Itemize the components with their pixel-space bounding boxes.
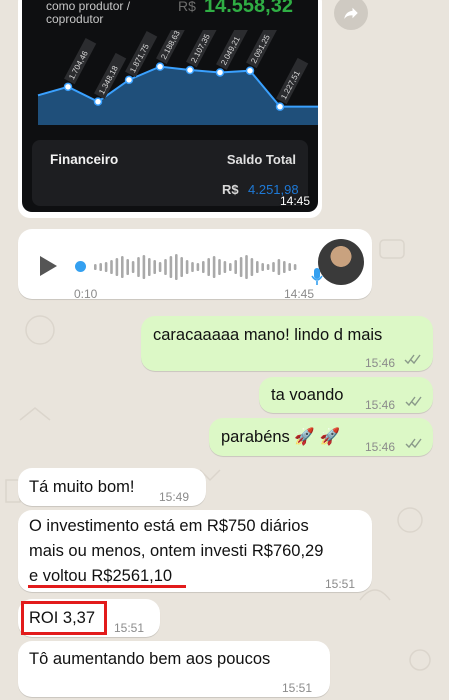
waveform-bar — [169, 256, 173, 278]
metric-subtitle: como produtor / coprodutor — [46, 0, 131, 26]
waveform-bar — [137, 257, 140, 277]
waveform-bar — [99, 263, 102, 271]
highlight-underline — [28, 585, 186, 588]
panel-total-label: Saldo Total — [226, 152, 296, 167]
message-bubble-incoming[interactable]: Tô aumentando bem aos poucos 15:51 — [18, 641, 330, 697]
chart-value-label: 1.704,46 — [64, 37, 97, 85]
message-text-line: O investimento está em R$750 diários — [29, 517, 309, 535]
forwarded-image-message[interactable]: como produtor / coprodutor R$ 14.558,32 … — [18, 0, 322, 218]
message-bubble-outgoing[interactable]: ta voando 15:46 — [259, 377, 433, 413]
waveform-bar — [266, 264, 270, 270]
waveform-bar — [164, 259, 167, 275]
message-bubble-incoming[interactable]: O investimento está em R$750 diários mai… — [18, 510, 372, 592]
waveform-bar — [223, 261, 227, 273]
audio-scrubber-handle[interactable] — [75, 261, 86, 272]
waveform-bar — [261, 263, 264, 271]
message-bubble-incoming[interactable]: Tá muito bom! 15:49 — [18, 468, 206, 506]
waveform-bar — [277, 259, 281, 275]
waveform-bar — [256, 261, 259, 273]
waveform-bar — [158, 262, 162, 272]
message-bubble-outgoing[interactable]: parabéns 🚀 🚀 15:46 — [209, 418, 433, 456]
waveform-bar — [115, 258, 119, 276]
waveform-bar — [229, 263, 232, 271]
waveform-bar — [283, 261, 286, 273]
waveform-bar — [239, 257, 243, 277]
chart-point — [245, 66, 255, 75]
waveform-bar — [250, 258, 254, 276]
message-time: 15:49 — [159, 490, 190, 504]
waveform-bar — [148, 258, 151, 276]
message-time: 15:46 — [365, 398, 396, 412]
forward-arrow-icon — [344, 7, 358, 19]
message-time: 15:51 — [282, 681, 313, 695]
chart-area-fill — [38, 66, 318, 125]
waveform-bar — [207, 258, 210, 276]
dashboard-screenshot: como produtor / coprodutor R$ 14.558,32 … — [22, 0, 318, 212]
message-text: caracaaaaa mano! lindo d mais — [153, 326, 383, 344]
message-text: Tá muito bom! — [29, 478, 135, 496]
waveform-bar — [175, 254, 178, 280]
waveform-bar — [202, 261, 205, 273]
message-text: parabéns 🚀 🚀 — [221, 428, 341, 446]
audio-waveform[interactable] — [90, 249, 300, 285]
waveform-bar — [185, 260, 189, 274]
mic-icon — [311, 268, 323, 285]
message-time: 15:46 — [365, 440, 396, 454]
chart-point — [124, 75, 134, 85]
highlight-box — [21, 601, 107, 635]
waveform-bar — [212, 256, 216, 278]
read-receipt-icon — [405, 438, 422, 449]
message-text: ta voando — [271, 386, 344, 404]
audio-message[interactable]: 0:10 14:45 — [18, 229, 372, 301]
message-time: 15:46 — [365, 356, 396, 370]
chart-value-label: 2.107,35 — [186, 30, 219, 68]
chart-value-label: 2.049,21 — [216, 30, 249, 70]
message-bubble-outgoing[interactable]: caracaaaaa mano! lindo d mais 15:46 — [141, 316, 433, 371]
waveform-bar — [293, 264, 297, 270]
waveform-bar — [153, 260, 156, 274]
chart-point — [215, 68, 225, 77]
earnings-area-chart: 1.704,46 1.348,181.871,75 2.188,63 2.107,35… — [37, 30, 318, 125]
message-time: 14:45 — [279, 194, 310, 208]
chart-point — [155, 62, 165, 71]
message-text-line: mais ou menos, ontem investi R$760,29 — [29, 542, 324, 560]
metric-value: 14.558,32 — [204, 0, 293, 17]
waveform-bar — [196, 263, 200, 271]
waveform-bar — [245, 255, 248, 279]
audio-duration: 0:10 — [74, 287, 98, 301]
metric-currency: R$ — [178, 0, 196, 14]
waveform-bar — [104, 262, 108, 272]
waveform-bar — [234, 260, 237, 274]
waveform-bar — [191, 262, 194, 272]
waveform-bar — [94, 264, 97, 270]
chart-point — [185, 65, 195, 75]
chart-value-label: 2.188,63 — [156, 30, 189, 65]
avatar[interactable] — [318, 239, 364, 285]
message-time: 15:51 — [325, 577, 356, 591]
waveform-bar — [288, 263, 291, 271]
play-icon[interactable] — [38, 255, 58, 277]
message-text: Tô aumentando bem aos poucos — [29, 650, 271, 668]
waveform-bar — [142, 255, 146, 279]
waveform-bar — [131, 261, 135, 273]
waveform-bar — [110, 260, 113, 274]
panel-title: Financeiro — [50, 152, 119, 167]
financeiro-panel: Financeiro Saldo Total R$ 4.251,98 — [32, 140, 308, 206]
chart-point — [63, 82, 73, 92]
read-receipt-icon — [405, 396, 422, 407]
waveform-bar — [180, 257, 183, 277]
waveform-bar — [126, 259, 129, 275]
waveform-bar — [121, 256, 124, 278]
waveform-bar — [218, 259, 221, 275]
message-time: 15:51 — [114, 621, 145, 635]
chart-point — [93, 97, 103, 106]
waveform-bar — [272, 262, 275, 272]
chart-value-label: 1.227,51 — [276, 57, 309, 105]
read-receipt-icon — [404, 354, 421, 365]
chart-value-label: 2.091,25 — [246, 30, 279, 69]
panel-currency: R$ — [222, 182, 239, 197]
message-text-line: e voltou R$2561,10 — [29, 567, 173, 585]
chart-point — [275, 102, 285, 111]
